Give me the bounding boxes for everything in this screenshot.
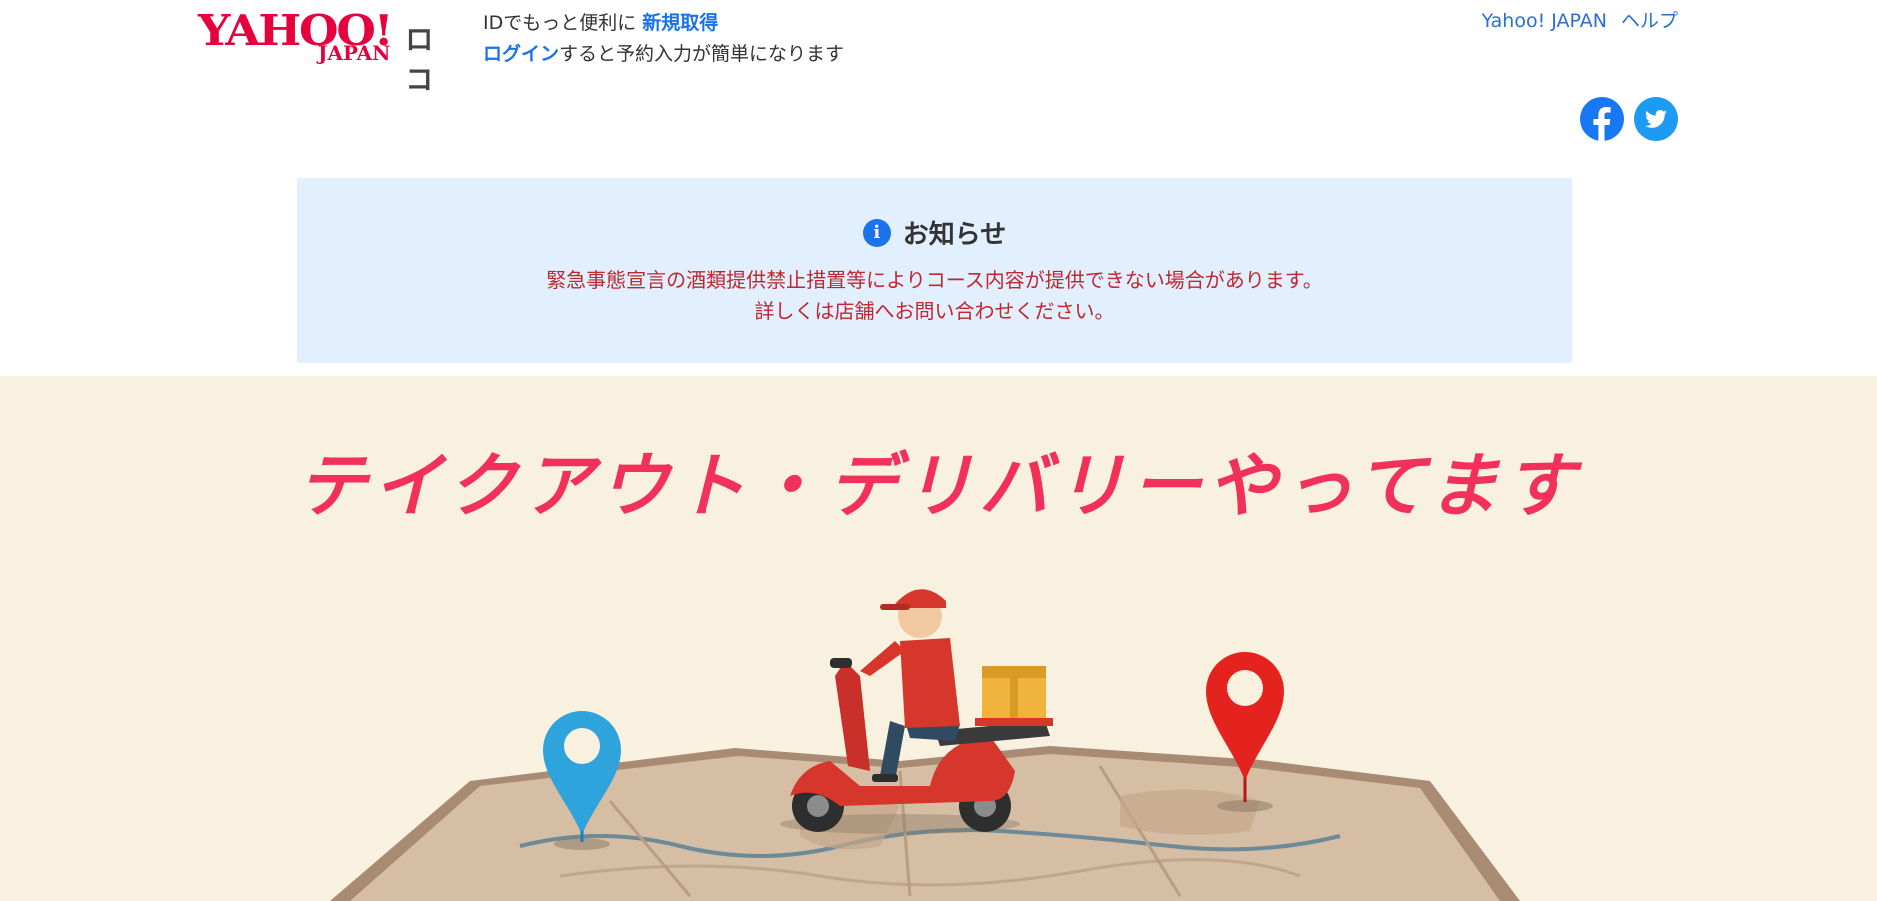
notice-title: お知らせ [902, 220, 1007, 250]
info-icon: i [862, 218, 891, 247]
yahoo-japan-logo: YAHOO! JAPAN [198, 8, 401, 66]
help-link[interactable]: ヘルプ [1621, 10, 1678, 32]
share-buttons [1580, 97, 1678, 141]
takeout-delivery-banner[interactable]: テイクアウト・デリバリーやってます [0, 376, 1877, 901]
yahoo-loco-logo[interactable]: YAHOO! JAPAN ロコ [198, 8, 462, 97]
login-info: IDでもっと便利に 新規取得 ログインすると予約入力が簡単になります [483, 8, 844, 70]
login-suffix-text: すると予約入力が簡単になります [559, 43, 845, 65]
service-name: ロコ [405, 23, 435, 96]
signup-link[interactable]: 新規取得 [642, 12, 718, 34]
notice-body: 緊急事態宣言の酒類提供禁止措置等によりコース内容が提供できない場合があります。 … [297, 265, 1572, 327]
notice-line-2: 詳しくは店舗へお問い合わせください。 [754, 299, 1115, 323]
notice-box: i お知らせ 緊急事態宣言の酒類提供禁止措置等によりコース内容が提供できない場合… [297, 178, 1572, 363]
top-links: Yahoo! JAPAN ヘルプ [1468, 8, 1678, 34]
login-link[interactable]: ログイン [483, 43, 559, 65]
banner-headline: テイクアウト・デリバリーやってます [296, 445, 1581, 527]
twitter-icon[interactable] [1634, 97, 1678, 141]
id-prompt-text: IDでもっと便利に [483, 12, 637, 34]
facebook-icon[interactable] [1580, 97, 1624, 141]
logo-subtext: JAPAN [318, 41, 391, 65]
notice-line-1: 緊急事態宣言の酒類提供禁止措置等によりコース内容が提供できない場合があります。 [546, 268, 1323, 292]
yahoo-japan-link[interactable]: Yahoo! JAPAN [1482, 10, 1607, 32]
